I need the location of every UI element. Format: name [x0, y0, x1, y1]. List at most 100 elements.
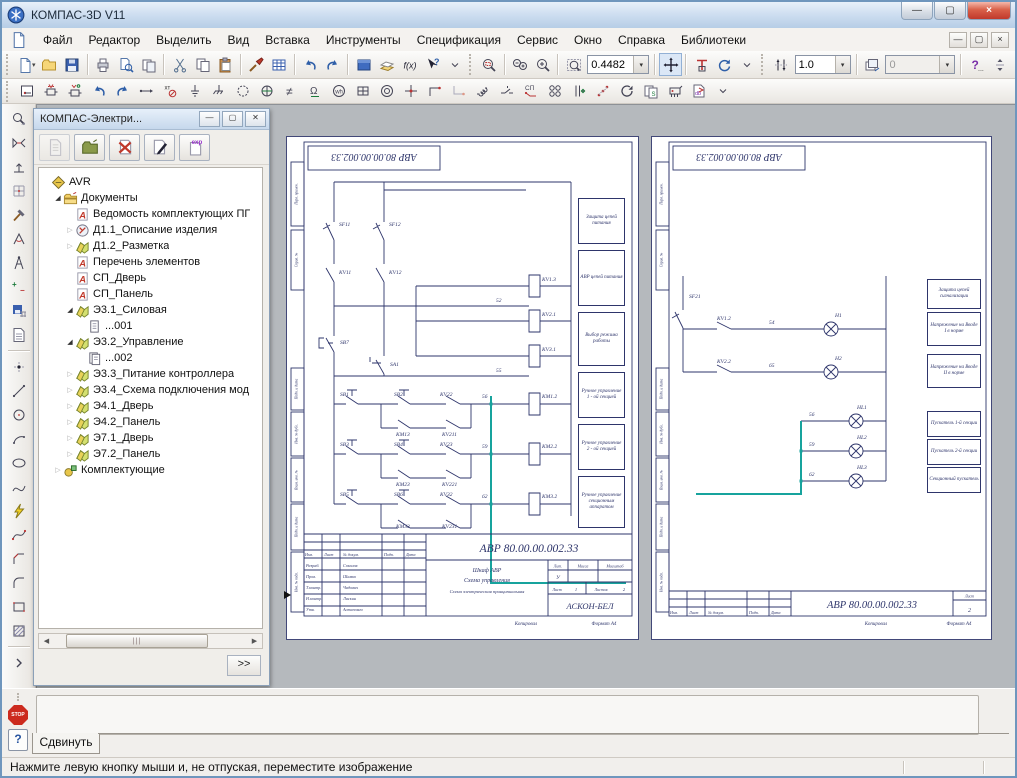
tree-expander-icon[interactable]: ▷	[65, 386, 75, 394]
current-layer-button[interactable]	[861, 53, 884, 76]
arc-button[interactable]	[6, 427, 32, 451]
toolbar-grip[interactable]	[6, 54, 11, 75]
menu-item[interactable]: Окно	[566, 30, 610, 50]
close-button[interactable]: ×	[967, 2, 1011, 20]
menu-item[interactable]: Справка	[610, 30, 673, 50]
electric-overflow-button[interactable]	[711, 80, 735, 103]
tree-item[interactable]: Ведомость комплектующих ПГ	[39, 206, 262, 222]
library-manager-button[interactable]	[375, 53, 398, 76]
copy-button[interactable]	[191, 53, 214, 76]
inductor-button[interactable]	[471, 80, 495, 103]
scroll-right-arrow[interactable]: ▶	[247, 634, 262, 648]
geometry-calc-button[interactable]	[6, 251, 32, 275]
layer-value-combo[interactable]: ▾	[885, 55, 955, 74]
menu-item[interactable]: Вставка	[257, 30, 318, 50]
zoom-fit-button[interactable]	[562, 53, 585, 76]
scrollbar-thumb[interactable]: |||	[66, 634, 208, 648]
tree-expander-icon[interactable]: ▷	[65, 370, 75, 378]
new-document-button[interactable]: ▾	[15, 53, 38, 76]
tree-item[interactable]: ▷Э7.1_Дверь	[39, 430, 262, 446]
rectangle-button[interactable]	[6, 595, 32, 619]
tree-expander-icon[interactable]: ◢	[53, 194, 63, 202]
add-component-button[interactable]	[39, 80, 63, 103]
help-button[interactable]: ?	[8, 729, 28, 751]
terminal-block-button[interactable]	[543, 80, 567, 103]
toggle-objects-button[interactable]	[6, 275, 32, 299]
open-document-button[interactable]	[38, 53, 61, 76]
mdi-close-button[interactable]: ×	[991, 32, 1009, 48]
potential-dots-button[interactable]	[591, 80, 615, 103]
panel-minimize-button[interactable]: —	[199, 111, 220, 127]
chassis-earth-button[interactable]	[207, 80, 231, 103]
menu-item[interactable]: Выделить	[148, 30, 219, 50]
step-value-input[interactable]	[796, 59, 835, 71]
pan-button[interactable]	[659, 53, 682, 76]
db-export-button[interactable]	[687, 80, 711, 103]
tree-expander-icon[interactable]: ▷	[65, 450, 75, 458]
move-component-button[interactable]	[63, 80, 87, 103]
tree-expander-icon[interactable]: ▷	[65, 418, 75, 426]
circle-button[interactable]	[6, 403, 32, 427]
panel-more-button[interactable]: >>	[227, 655, 261, 676]
print-preview-button[interactable]	[114, 53, 137, 76]
trace-button[interactable]	[6, 499, 32, 523]
tree-item[interactable]: ◢Э3.1_Силовая	[39, 302, 262, 318]
panel-title-bar[interactable]: КОМПАС-Электри... — ▢ ✕	[34, 109, 269, 130]
menu-item[interactable]: Инструменты	[318, 30, 409, 50]
zoom-scale-input[interactable]	[588, 59, 633, 71]
toolbar-grip[interactable]	[469, 54, 474, 75]
minimize-button[interactable]: —	[901, 2, 933, 20]
zoom-in-out-button[interactable]	[509, 53, 532, 76]
tree-item[interactable]: ▷Э4.1_Дверь	[39, 398, 262, 414]
paste-button[interactable]	[214, 53, 237, 76]
hollow-node-button[interactable]	[231, 80, 255, 103]
tree-item[interactable]: ...002	[39, 350, 262, 366]
move-tool-button[interactable]	[6, 131, 32, 155]
device-manager-button[interactable]	[663, 80, 687, 103]
property-field[interactable]	[36, 695, 979, 735]
tree-expander-icon[interactable]: ▷	[65, 402, 75, 410]
menu-item[interactable]: Файл	[35, 30, 81, 50]
node-cross-button[interactable]	[399, 80, 423, 103]
tree-item[interactable]: ▷Д1.2_Разметка	[39, 238, 262, 254]
drawing-sheet-1[interactable]: АВР 80.00.00.002.33 SF11SF12KV11KV1252SB…	[286, 136, 639, 640]
tree-expander-icon[interactable]: ◢	[65, 306, 75, 314]
tree-item[interactable]: ◢Э3.2_Управление	[39, 334, 262, 350]
shield-ring-button[interactable]	[375, 80, 399, 103]
bezier-button[interactable]	[6, 523, 32, 547]
zoom-overflow-button[interactable]	[736, 53, 759, 76]
zoom-area-button[interactable]	[478, 53, 501, 76]
edit-document-button[interactable]	[144, 134, 175, 161]
tree-item[interactable]: СП_Дверь	[39, 270, 262, 286]
crossed-circle-button[interactable]	[255, 80, 279, 103]
document-manager-button[interactable]	[137, 53, 160, 76]
tree-item[interactable]: ▷Э7.2_Панель	[39, 446, 262, 462]
copy-sheet-button[interactable]	[639, 80, 663, 103]
tree-expander-icon[interactable]: ▷	[53, 466, 63, 474]
meter-wh-button[interactable]	[327, 80, 351, 103]
chamfer-button[interactable]	[6, 547, 32, 571]
point-button[interactable]	[6, 355, 32, 379]
tree-item[interactable]: ▷Э3.3_Питание контроллера	[39, 366, 262, 382]
window-manager-button[interactable]	[352, 53, 375, 76]
collapse-toolbar-button[interactable]	[6, 651, 32, 675]
sp-marking-button[interactable]	[519, 80, 543, 103]
layer-value-dropdown[interactable]: ▾	[939, 56, 954, 73]
tree-item[interactable]: СП_Панель	[39, 286, 262, 302]
measure-button[interactable]	[6, 203, 32, 227]
print-button[interactable]	[92, 53, 115, 76]
report-button[interactable]	[6, 323, 32, 347]
maximize-button[interactable]: ▢	[934, 2, 966, 20]
compact-panel-button[interactable]	[15, 80, 39, 103]
undo-button[interactable]	[299, 53, 322, 76]
xt-terminal-button[interactable]	[159, 80, 183, 103]
datum-button[interactable]	[6, 155, 32, 179]
ellipse-button[interactable]	[6, 451, 32, 475]
insert-wire-button[interactable]	[135, 80, 159, 103]
variables-button[interactable]	[398, 53, 421, 76]
menu-item[interactable]: Библиотеки	[673, 30, 754, 50]
menu-item[interactable]: Спецификация	[409, 30, 509, 50]
tree-expander-icon[interactable]: ▷	[65, 434, 75, 442]
create-document-button[interactable]	[39, 134, 70, 161]
step-value-combo[interactable]: ▾	[795, 55, 851, 74]
